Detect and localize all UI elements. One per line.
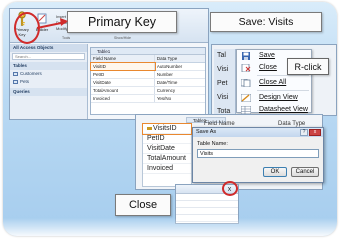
menu-item-label: Close [259, 64, 277, 71]
close-all-icon [241, 79, 251, 87]
data-type-cell[interactable]: AutoNumber [155, 63, 205, 70]
dialog-title: Save As [196, 129, 217, 135]
object-tab-strip: Tal Visi Pet Visi Tota [214, 49, 236, 115]
design-view-icon [241, 94, 251, 102]
data-type-cell[interactable]: Number [155, 71, 205, 78]
data-type-cell[interactable]: Currency [155, 87, 205, 94]
datasheet-row [176, 194, 238, 201]
field-row[interactable]: PetID [143, 134, 191, 144]
table-row[interactable]: VisitDate Date/Time [91, 79, 205, 87]
field-name-cell[interactable]: PetID [91, 71, 155, 78]
tab-item[interactable]: Tal [214, 49, 235, 63]
key-icon [147, 126, 152, 130]
nav-queries-section[interactable]: Queries [10, 88, 87, 96]
table-tab[interactable]: Table1 [91, 48, 205, 55]
menu-item-close-all[interactable]: Close All [237, 77, 311, 89]
data-type-header: Data Type [156, 56, 178, 61]
datasheet-rows [176, 194, 238, 223]
nav-item-pets[interactable]: Pets [10, 78, 87, 86]
table-icon [13, 79, 18, 84]
cancel-button[interactable]: Cancel [291, 167, 319, 177]
menu-item-label: Save [259, 52, 275, 59]
table-icon [13, 71, 18, 76]
primary-key-highlight-ring [14, 12, 40, 44]
field-name-cell[interactable]: VisitDate [91, 79, 155, 86]
slide-background: Primary Key Builder Insert Rows Delete R… [3, 2, 337, 236]
nav-pane-header[interactable]: All Access Objects [10, 44, 87, 52]
close-callout: Close [115, 194, 171, 216]
navigation-pane: All Access Objects Search... Tables Cust… [10, 44, 88, 119]
data-type-cell[interactable]: Yes/No [155, 95, 205, 102]
context-menu-screenshot: Tal Visi Pet Visi Tota Save Close Close … [211, 44, 337, 116]
ok-button[interactable]: OK [263, 167, 287, 177]
tab-item[interactable]: Visi [214, 91, 235, 105]
tools-group-label: Tools [62, 36, 71, 40]
field-row[interactable]: VisitsID [142, 123, 192, 135]
tab-item[interactable]: Visi [214, 63, 235, 77]
dialog-close-button[interactable]: x [309, 129, 321, 136]
field-row[interactable]: Invoiced [143, 164, 191, 174]
table-design-grid: Table1 Field Name Data Type VisitID Auto… [90, 47, 206, 115]
menu-item-label: Datasheet View [259, 106, 308, 113]
field-row[interactable]: VisitDate [143, 144, 191, 154]
field-name-cell[interactable]: TotalAmount [91, 87, 155, 94]
menu-separator [257, 75, 309, 76]
dialog-title-bar: Save As ? x [193, 128, 323, 137]
save-as-screenshot: Table1 Field Name Data Type VisitsID Pet… [135, 114, 324, 190]
tab-item[interactable]: Pet [214, 77, 235, 91]
field-label: VisitsID [153, 125, 177, 132]
datasheet-row [176, 201, 238, 208]
data-type-cell[interactable]: Date/Time [155, 79, 205, 86]
primary-key-callout: Primary Key [67, 11, 177, 33]
nav-item-customers[interactable]: Customers [10, 70, 87, 78]
grid-header: Field Name Data Type [91, 55, 205, 63]
datasheet-view-icon [241, 106, 251, 114]
field-name-header: Field Name [91, 55, 155, 62]
menu-item-label: Design View [259, 94, 298, 101]
menu-item-label: Close All [259, 79, 287, 86]
field-name-cell[interactable]: VisitID [90, 62, 156, 71]
datasheet-row [176, 215, 238, 222]
table-row[interactable]: TotalAmount Currency [91, 87, 205, 95]
help-button[interactable]: ? [300, 129, 308, 136]
nav-item-label: Pets [20, 79, 30, 84]
save-as-dialog: Save As ? x Table Name: Visits OK Cancel [192, 127, 324, 183]
field-row[interactable]: TotalAmount [143, 154, 191, 164]
menu-separator [257, 90, 309, 91]
menu-item-design-view[interactable]: Design View [237, 92, 311, 104]
field-name-cell[interactable]: Invoiced [91, 95, 155, 102]
table-name-input[interactable]: Visits [197, 149, 319, 158]
nav-search-input[interactable]: Search... [12, 53, 85, 60]
nav-tables-section[interactable]: Tables [10, 62, 87, 70]
save-visits-callout: Save: Visits [210, 12, 322, 32]
nav-item-label: Customers [20, 71, 42, 76]
table-name-label: Table Name: [197, 141, 228, 147]
table-row[interactable]: Invoiced Yes/No [91, 95, 205, 103]
right-click-callout: R-click [287, 58, 329, 75]
show-hide-group-label: Show/Hide [114, 36, 131, 40]
save-icon [242, 52, 250, 60]
datasheet-row [176, 208, 238, 215]
field-list: VisitsID PetID VisitDate TotalAmount Inv… [142, 123, 192, 187]
table-row[interactable]: PetID Number [91, 71, 205, 79]
close-screenshot: x [175, 181, 239, 224]
close-doc-icon [241, 64, 251, 72]
table-row[interactable]: VisitID AutoNumber [90, 62, 205, 71]
